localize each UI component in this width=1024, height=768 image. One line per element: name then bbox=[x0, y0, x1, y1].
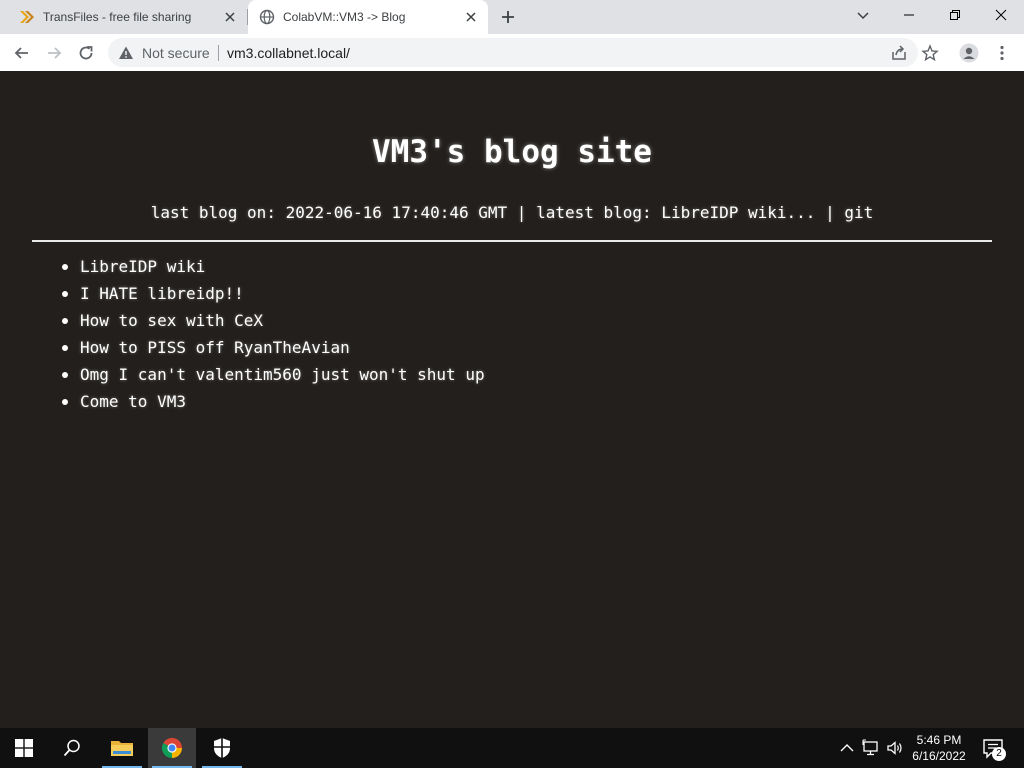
list-item: Come to VM3 bbox=[62, 391, 485, 418]
tab-transfiles[interactable]: TransFiles - free file sharing service bbox=[0, 0, 247, 34]
last-blog-prefix: last blog on: bbox=[150, 203, 276, 222]
bullet-icon bbox=[62, 399, 68, 405]
page-title: VM3's blog site bbox=[372, 134, 652, 170]
taskbar-chrome[interactable] bbox=[148, 728, 196, 768]
chevron-down-icon bbox=[857, 12, 869, 20]
post-link[interactable]: How to PISS off RyanTheAvian bbox=[80, 338, 350, 357]
chevron-up-icon[interactable] bbox=[838, 739, 856, 757]
post-link[interactable]: LibreIDP wiki bbox=[80, 257, 205, 276]
bullet-icon bbox=[62, 372, 68, 378]
address-bar[interactable]: Not secure vm3.collabnet.local/ bbox=[108, 38, 939, 67]
system-clock[interactable]: 5:46 PM 6/16/2022 bbox=[905, 732, 973, 764]
windows-logo-icon bbox=[15, 739, 33, 757]
close-window-button[interactable] bbox=[978, 0, 1024, 30]
list-item: Omg I can't valentim560 just won't shut … bbox=[62, 364, 485, 391]
horizontal-rule bbox=[32, 240, 992, 242]
bullet-icon bbox=[62, 345, 68, 351]
search-button[interactable] bbox=[48, 728, 96, 768]
clock-time: 5:46 PM bbox=[916, 733, 962, 747]
warning-icon[interactable] bbox=[118, 45, 134, 61]
forward-arrow-icon[interactable] bbox=[44, 43, 64, 63]
url-text[interactable]: vm3.collabnet.local/ bbox=[227, 45, 350, 61]
blog-page: VM3's blog site last blog on: 2022-06-16… bbox=[0, 71, 1024, 728]
post-link[interactable]: Omg I can't valentim560 just won't shut … bbox=[80, 365, 485, 384]
tab-search-button[interactable] bbox=[840, 0, 886, 30]
bullet-icon bbox=[62, 264, 68, 270]
post-list: LibreIDP wiki I HATE libreidp!! How to s… bbox=[62, 256, 485, 418]
post-link[interactable]: How to sex with CeX bbox=[80, 311, 263, 330]
tab-title: TransFiles - free file sharing service bbox=[43, 10, 195, 24]
minimize-button[interactable] bbox=[886, 0, 932, 30]
restore-icon bbox=[950, 10, 960, 20]
list-item: How to sex with CeX bbox=[62, 310, 485, 337]
tab-colabvm-blog[interactable]: ColabVM::VM3 -> Blog bbox=[248, 0, 488, 34]
address-divider bbox=[218, 45, 219, 61]
taskbar-file-explorer[interactable] bbox=[98, 728, 146, 768]
network-icon[interactable] bbox=[862, 739, 880, 757]
blog-meta-line: last blog on: 2022-06-16 17:40:46 GMT | … bbox=[0, 203, 1024, 223]
close-icon bbox=[995, 9, 1007, 21]
meta-separator: | bbox=[825, 203, 835, 222]
last-blog-date: 2022-06-16 17:40:46 GMT bbox=[285, 203, 508, 222]
transfiles-chevron-icon bbox=[20, 11, 34, 23]
globe-icon bbox=[259, 9, 275, 25]
back-arrow-icon[interactable] bbox=[12, 43, 32, 63]
latest-blog-link[interactable]: LibreIDP wiki... bbox=[661, 203, 815, 222]
browser-toolbar: Not secure vm3.collabnet.local/ bbox=[0, 34, 1024, 72]
reload-icon[interactable] bbox=[76, 43, 96, 63]
close-tab-icon[interactable] bbox=[463, 9, 479, 25]
folder-icon bbox=[111, 741, 133, 756]
git-link[interactable]: git bbox=[844, 203, 873, 222]
minimize-icon bbox=[904, 14, 914, 16]
taskbar-security[interactable] bbox=[198, 728, 246, 768]
tab-title: ColabVM::VM3 -> Blog bbox=[283, 10, 406, 24]
list-item: How to PISS off RyanTheAvian bbox=[62, 337, 485, 364]
kebab-menu-icon[interactable] bbox=[992, 43, 1012, 63]
chrome-icon bbox=[161, 737, 183, 759]
bookmark-star-icon[interactable] bbox=[921, 44, 939, 62]
taskbar: 5:46 PM 6/16/2022 2 bbox=[0, 728, 1024, 768]
volume-icon[interactable] bbox=[886, 739, 904, 757]
new-tab-plus-icon[interactable] bbox=[499, 8, 517, 26]
notification-count-badge: 2 bbox=[992, 747, 1006, 761]
post-link[interactable]: I HATE libreidp!! bbox=[80, 284, 244, 303]
tab-strip: TransFiles - free file sharing service C… bbox=[0, 0, 1024, 34]
shield-icon bbox=[214, 738, 230, 758]
bullet-icon bbox=[62, 318, 68, 324]
start-button[interactable] bbox=[0, 728, 48, 768]
profile-avatar-icon[interactable] bbox=[959, 43, 979, 63]
security-label[interactable]: Not secure bbox=[142, 45, 210, 61]
search-icon bbox=[63, 739, 80, 757]
restore-button[interactable] bbox=[932, 0, 978, 30]
bullet-icon bbox=[62, 291, 68, 297]
meta-separator: | bbox=[516, 203, 527, 222]
list-item: I HATE libreidp!! bbox=[62, 283, 485, 310]
close-tab-icon[interactable] bbox=[222, 9, 238, 25]
latest-blog-prefix: latest blog: bbox=[536, 203, 652, 222]
clock-date: 6/16/2022 bbox=[912, 749, 966, 763]
share-icon[interactable] bbox=[890, 44, 908, 62]
post-link[interactable]: Come to VM3 bbox=[80, 392, 186, 411]
list-item: LibreIDP wiki bbox=[62, 256, 485, 283]
